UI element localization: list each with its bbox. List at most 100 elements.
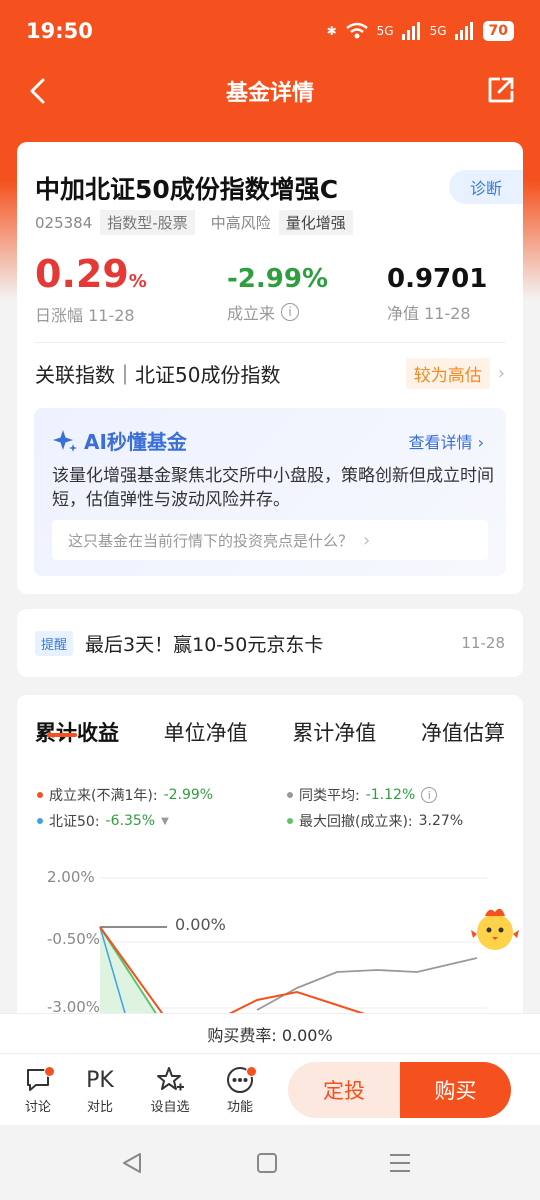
- mascot-icon[interactable]: [467, 900, 523, 956]
- ai-summary-box: AI秒懂基金 查看详情 › 该量化增强基金聚焦北交所中小盘股，策略创新但成立时间…: [34, 408, 506, 576]
- chart-tabs: 累计收益 单位净值 累计净值 净值估算: [35, 717, 505, 747]
- functions-button[interactable]: 功能: [210, 1064, 270, 1115]
- nav-metric: 0.9701 净值 11-28: [387, 264, 487, 324]
- orange-dot-icon: [37, 792, 43, 798]
- legend-label: 成立来(不满1年):: [49, 788, 158, 804]
- functions-label: 功能: [226, 1100, 253, 1115]
- bluetooth-icon: ✱: [326, 24, 337, 38]
- ai-question-button[interactable]: 这只基金在当前行情下的投资亮点是什么？ ›: [52, 520, 488, 560]
- buy-button[interactable]: 购买: [400, 1062, 511, 1118]
- add-watchlist-button[interactable]: 设自选: [140, 1064, 200, 1115]
- daily-change-value: 0.29: [35, 252, 129, 296]
- signal-icon: [401, 22, 420, 40]
- reminder-card[interactable]: 提醒 最后3天！赢10-50元京东卡 11-28: [17, 609, 523, 677]
- back-triangle-icon[interactable]: [120, 1151, 144, 1175]
- daily-change-metric: 0.29% 日涨幅 11-28: [35, 254, 147, 326]
- diagnose-button[interactable]: 诊断: [449, 170, 523, 204]
- signal-icon-2: [454, 22, 473, 40]
- discuss-button[interactable]: 讨论: [8, 1064, 68, 1115]
- chart-area[interactable]: 2.00% -0.50% -3.00% 0.00%: [17, 860, 523, 1020]
- legend-value: 3.27%: [418, 813, 464, 829]
- share-icon[interactable]: [486, 75, 516, 105]
- back-arrow-icon[interactable]: [24, 76, 54, 106]
- green-dot-icon: [287, 818, 293, 824]
- ai-title: AI秒懂基金: [52, 426, 187, 455]
- purchase-fee-bar: 购买费率: 0.00%: [0, 1013, 540, 1053]
- bottom-action-bar: 讨论 PK 对比 设自选 功能 定投 购买: [0, 1053, 540, 1125]
- fund-overview-card: 中加北证50成份指数增强C 诊断 025384 指数型-股票 中高风险 量化增强…: [17, 142, 523, 594]
- chart-marker-label: 0.00%: [175, 915, 226, 934]
- ai-summary-text: 该量化增强基金聚焦北交所中小盘股，策略创新但成立时间短，估值弹性与波动风险并存。: [52, 466, 494, 510]
- sparkle-icon: [53, 429, 77, 452]
- metrics-row: 0.29% 日涨幅 11-28 -2.99% 成立来 i 0.9701 净值 11…: [35, 254, 505, 326]
- gray-dot-icon: [287, 792, 293, 798]
- sip-button[interactable]: 定投: [288, 1062, 400, 1118]
- daily-change-unit: %: [128, 271, 147, 292]
- strategy-tag: 量化增强: [278, 210, 353, 235]
- wifi-icon: [345, 22, 368, 39]
- valuation-badge: 较为高估: [405, 357, 490, 389]
- chart-lines: [99, 877, 487, 1020]
- ai-more-label: 查看详情: [408, 433, 473, 452]
- compare-button[interactable]: PK 对比: [70, 1064, 130, 1116]
- nav-label: 净值 11-28: [387, 304, 471, 323]
- menu-lines-icon[interactable]: [388, 1152, 412, 1174]
- legend-since-inception: 成立来(不满1年): -2.99%: [37, 785, 213, 805]
- daily-change-label: 日涨幅 11-28: [35, 306, 135, 325]
- legend-index[interactable]: 北证50: -6.35% ▼: [37, 811, 169, 831]
- blue-dot-icon: [37, 818, 43, 824]
- tab-nav-estimate[interactable]: 净值估算: [421, 717, 505, 747]
- legend-max-drawdown: 最大回撤(成立来): 3.27%: [287, 811, 463, 831]
- pk-icon: PK: [86, 1067, 114, 1093]
- info-icon[interactable]: i: [281, 303, 300, 321]
- legend-value: -6.35%: [105, 813, 156, 829]
- ai-title-text: AI秒懂基金: [84, 430, 187, 454]
- battery-indicator: 70: [482, 21, 514, 41]
- since-inception-metric: -2.99% 成立来 i: [227, 264, 328, 324]
- status-time: 19:50: [26, 19, 93, 43]
- since-inception-value: -2.99%: [227, 264, 328, 294]
- legend-label: 同类平均:: [299, 788, 360, 804]
- legend-label: 北证50:: [49, 814, 100, 830]
- divider: [35, 342, 505, 343]
- reminder-tag: 提醒: [35, 630, 74, 656]
- reminder-text: 最后3天！赢10-50元京东卡: [85, 633, 324, 656]
- reminder-date: 11-28: [461, 634, 505, 652]
- active-tab-indicator: [47, 733, 77, 737]
- tab-cumulative-return[interactable]: 累计收益: [35, 717, 119, 747]
- notification-dot: [246, 1066, 257, 1077]
- watchlist-label: 设自选: [150, 1100, 190, 1115]
- fund-type-tag: 指数型-股票: [100, 210, 195, 235]
- fund-name: 中加北证50成份指数增强C: [35, 175, 339, 204]
- status-bar: 19:50 ✱ 5G 5G 70: [0, 0, 540, 62]
- discuss-label: 讨论: [24, 1100, 51, 1115]
- fund-code: 025384: [35, 213, 93, 232]
- nav-bar: 基金详情: [0, 62, 540, 120]
- since-inception-label: 成立来: [227, 304, 276, 323]
- status-icons: ✱ 5G 5G 70: [327, 21, 514, 41]
- chevron-right-icon: ›: [497, 362, 505, 384]
- legend-label: 最大回撤(成立来):: [299, 814, 413, 830]
- star-plus-icon: [157, 1067, 184, 1091]
- home-square-icon[interactable]: [256, 1152, 278, 1174]
- tab-cumulative-nav[interactable]: 累计净值: [292, 717, 376, 747]
- signal-5g-label: 5G: [376, 24, 394, 38]
- notification-dot: [44, 1066, 55, 1077]
- tab-unit-nav[interactable]: 单位净值: [164, 717, 248, 747]
- legend-value: -2.99%: [163, 787, 214, 803]
- page-title: 基金详情: [225, 81, 314, 106]
- legend-value: -1.12%: [365, 787, 416, 803]
- caret-down-icon: ▼: [161, 815, 169, 827]
- ai-view-details-link[interactable]: 查看详情 ›: [409, 429, 485, 453]
- compare-label: 对比: [86, 1100, 113, 1115]
- legend-peer-average: 同类平均: -1.12% i: [287, 785, 438, 805]
- fund-tags: 025384 指数型-股票 中高风险 量化增强: [35, 210, 353, 235]
- nav-value: 0.9701: [387, 264, 488, 294]
- system-nav-bar: [0, 1125, 540, 1200]
- related-index-text: 关联指数｜北证50成份指数: [35, 362, 281, 387]
- info-icon[interactable]: i: [421, 787, 438, 803]
- related-index-row[interactable]: 关联指数｜北证50成份指数 较为高估 ›: [35, 356, 505, 390]
- chevron-right-icon: ›: [363, 529, 371, 551]
- signal-5g-label-2: 5G: [429, 24, 447, 38]
- risk-level: 中高风险: [210, 214, 271, 232]
